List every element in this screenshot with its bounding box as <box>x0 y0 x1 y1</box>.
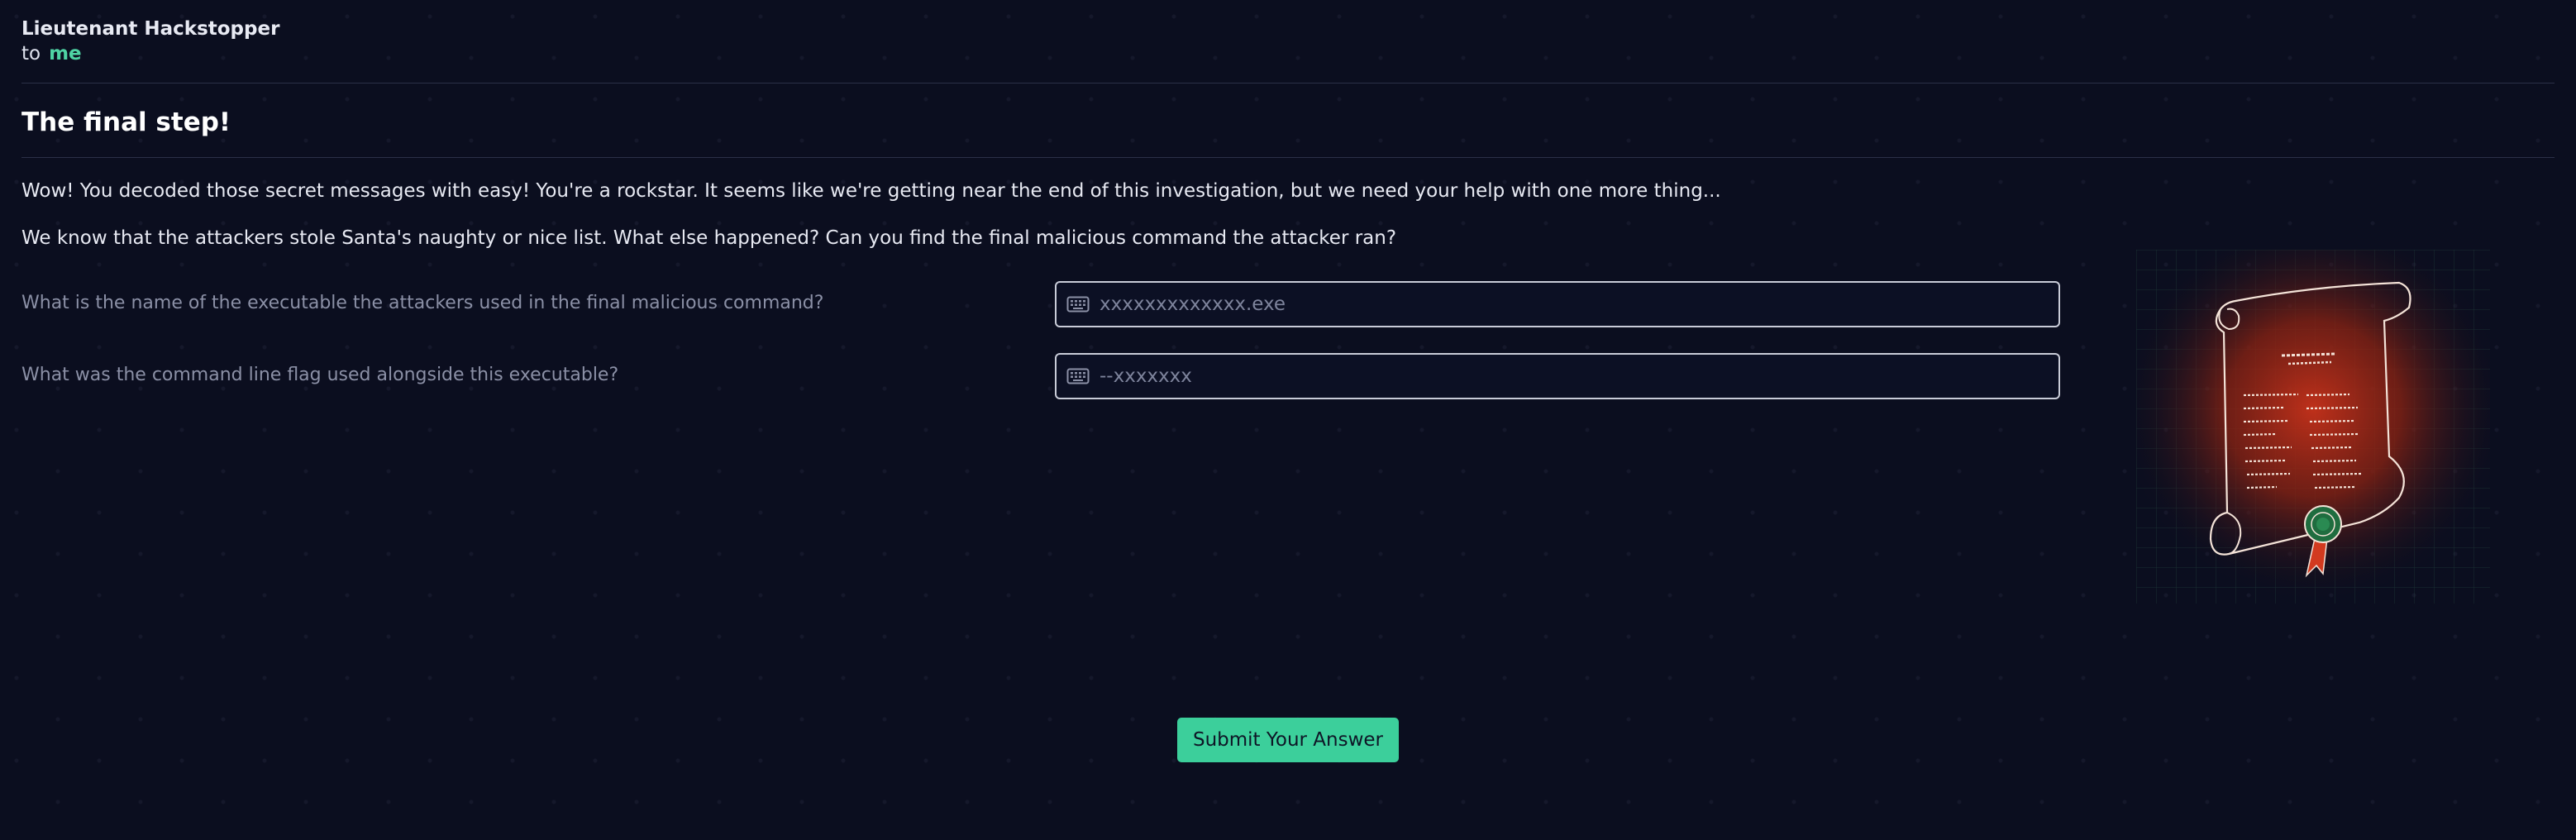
question-flag: What was the command line flag used alon… <box>21 353 2063 401</box>
answer-field-flag[interactable] <box>1055 353 2060 399</box>
keyboard-icon <box>1066 296 1090 313</box>
email-subject: The final step! <box>21 107 231 137</box>
flag-input[interactable] <box>1098 365 2058 388</box>
recipient-line: to me <box>21 41 2555 66</box>
to-label: to <box>21 43 41 64</box>
keyboard-icon <box>1066 368 1090 384</box>
naughty-nice-list-illustration <box>2136 250 2490 604</box>
email-body: Wow! You decoded those secret messages w… <box>21 179 2555 251</box>
question-executable: What is the name of the executable the a… <box>21 281 2063 329</box>
question-label: What was the command line flag used alon… <box>21 365 619 385</box>
submit-answer-button[interactable]: Submit Your Answer <box>1177 718 1399 762</box>
question-label: What is the name of the executable the a… <box>21 293 824 313</box>
header-divider <box>21 83 2555 84</box>
executable-input[interactable] <box>1098 293 2058 316</box>
body-paragraph: Wow! You decoded those secret messages w… <box>21 180 1721 202</box>
sender-name: Lieutenant Hackstopper <box>21 18 280 40</box>
subject-divider <box>21 157 2555 158</box>
email-header: Lieutenant Hackstopper to me <box>21 0 2555 66</box>
body-paragraph: We know that the attackers stole Santa's… <box>21 227 1397 249</box>
recipient-name: me <box>49 43 82 64</box>
answer-field-executable[interactable] <box>1055 281 2060 327</box>
